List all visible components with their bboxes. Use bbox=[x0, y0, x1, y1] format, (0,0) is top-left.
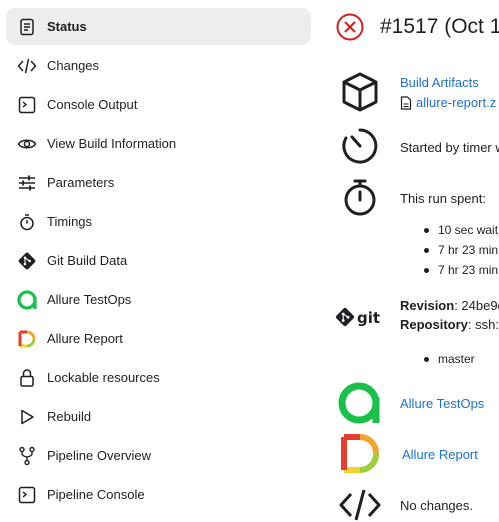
sidebar-item-status[interactable]: Status bbox=[6, 8, 311, 45]
package-icon bbox=[335, 70, 385, 114]
git-icon bbox=[16, 250, 38, 272]
sidebar-item-label: Changes bbox=[47, 58, 100, 73]
sidebar-item-pipeline-console[interactable]: Pipeline Console bbox=[6, 476, 311, 513]
sidebar-item-timings[interactable]: Timings bbox=[6, 203, 311, 240]
build-artifacts-link[interactable]: Build Artifacts bbox=[400, 75, 479, 90]
branch-list: master bbox=[424, 349, 499, 369]
build-title-row: #1517 (Oct 1 bbox=[335, 10, 499, 44]
sidebar-item-allure-report[interactable]: Allure Report bbox=[6, 320, 311, 357]
sidebar-item-view-build-information[interactable]: View Build Information bbox=[6, 125, 311, 162]
allure-report-icon bbox=[16, 328, 38, 350]
sidebar: Status Changes Console Output View Build… bbox=[6, 8, 311, 515]
file-icon bbox=[400, 95, 412, 110]
allure-testops-link[interactable]: Allure TestOps bbox=[400, 396, 484, 411]
allure-testops-icon bbox=[16, 289, 38, 311]
svg-text:git: git bbox=[357, 309, 380, 327]
play-icon bbox=[16, 406, 38, 428]
lock-icon bbox=[16, 367, 38, 389]
main-content: #1517 (Oct 1 Build Artifacts allure-repo… bbox=[335, 0, 499, 522]
sidebar-item-pipeline-overview[interactable]: Pipeline Overview bbox=[6, 437, 311, 474]
code-icon bbox=[16, 55, 38, 77]
list-item: master bbox=[424, 349, 499, 369]
allure-report-row: Allure Report bbox=[335, 432, 478, 476]
sidebar-item-label: View Build Information bbox=[47, 136, 177, 151]
allure-report-icon bbox=[335, 432, 385, 476]
document-icon bbox=[16, 16, 38, 38]
sidebar-item-lockable-resources[interactable]: Lockable resources bbox=[6, 359, 311, 396]
revision-value: : 24be9c bbox=[454, 298, 499, 313]
repository-label: Repository bbox=[400, 317, 468, 332]
revision-label: Revision bbox=[400, 298, 455, 313]
artifact-file-link[interactable]: allure-report.z bbox=[416, 95, 496, 110]
sidebar-item-label: Rebuild bbox=[47, 409, 92, 424]
sliders-icon bbox=[16, 172, 38, 194]
sidebar-item-label: Status bbox=[47, 19, 87, 34]
no-changes-text: No changes. bbox=[400, 498, 473, 513]
sidebar-item-rebuild[interactable]: Rebuild bbox=[6, 398, 311, 435]
sidebar-item-changes[interactable]: Changes bbox=[6, 47, 311, 84]
eye-icon bbox=[16, 133, 38, 155]
sidebar-item-label: Timings bbox=[47, 214, 93, 229]
terminal-icon bbox=[16, 484, 38, 506]
started-row: Started by timer w bbox=[335, 124, 499, 168]
timer-icon bbox=[335, 124, 385, 168]
git-row: git Revision: 24be9c Repository: ssh:/ m… bbox=[335, 293, 499, 369]
sidebar-item-label: Allure Report bbox=[47, 331, 123, 346]
allure-report-link[interactable]: Allure Report bbox=[402, 447, 478, 462]
allure-testops-icon bbox=[335, 381, 385, 425]
sidebar-item-label: Pipeline Console bbox=[47, 487, 145, 502]
list-item: 10 sec wait bbox=[424, 220, 498, 240]
git-logo-icon: git bbox=[335, 293, 385, 343]
stopwatch-icon bbox=[16, 211, 38, 233]
sidebar-item-label: Allure TestOps bbox=[47, 292, 132, 307]
list-item: 7 hr 23 min bbox=[424, 240, 498, 260]
repository-value: : ssh:/ bbox=[467, 317, 499, 332]
terminal-icon bbox=[16, 94, 38, 116]
sidebar-item-console-output[interactable]: Console Output bbox=[6, 86, 311, 123]
run-spent-list: 10 sec wait 7 hr 23 min 7 hr 23 min bbox=[424, 220, 498, 280]
failed-status-icon bbox=[335, 12, 365, 42]
stopwatch-icon bbox=[335, 175, 385, 219]
changes-row: No changes. bbox=[335, 483, 473, 522]
sidebar-item-allure-testops[interactable]: Allure TestOps bbox=[6, 281, 311, 318]
sidebar-item-label: Lockable resources bbox=[47, 370, 160, 385]
list-item: 7 hr 23 min bbox=[424, 260, 498, 280]
code-icon bbox=[335, 483, 385, 522]
branch-icon bbox=[16, 445, 38, 467]
sidebar-item-label: Console Output bbox=[47, 97, 138, 112]
run-spent-row: This run spent: 10 sec wait 7 hr 23 min … bbox=[335, 175, 498, 280]
page-title: #1517 (Oct 1 bbox=[380, 15, 499, 38]
sidebar-item-parameters[interactable]: Parameters bbox=[6, 164, 311, 201]
run-spent-label: This run spent: bbox=[400, 191, 486, 206]
started-by-text: Started by timer w bbox=[400, 140, 499, 155]
artifacts-row: Build Artifacts allure-report.z bbox=[335, 70, 496, 114]
sidebar-item-git-build-data[interactable]: Git Build Data bbox=[6, 242, 311, 279]
sidebar-item-label: Pipeline Overview bbox=[47, 448, 152, 463]
allure-testops-row: Allure TestOps bbox=[335, 381, 484, 425]
sidebar-item-label: Git Build Data bbox=[47, 253, 128, 268]
sidebar-item-label: Parameters bbox=[47, 175, 115, 190]
